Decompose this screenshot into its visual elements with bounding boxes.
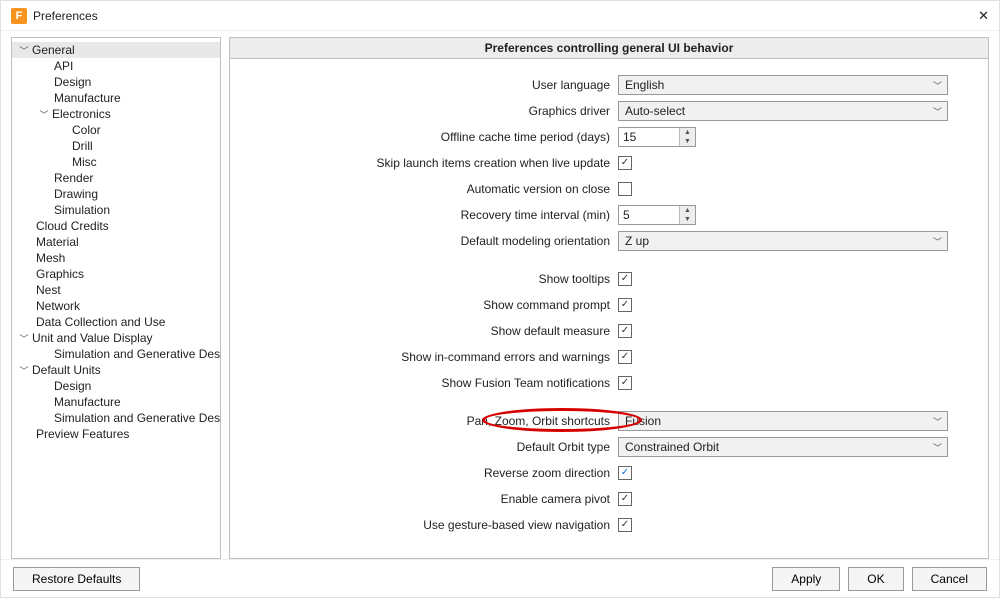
tree-cloud-credits[interactable]: Cloud Credits [12,218,220,234]
chevron-down-icon[interactable]: ﹀ [38,108,50,121]
ok-button[interactable]: OK [848,567,903,591]
cancel-button[interactable]: Cancel [912,567,987,591]
chevron-down-icon[interactable]: ﹀ [18,364,30,377]
enable-pivot-checkbox[interactable] [618,492,632,506]
tree-drill[interactable]: Drill [12,138,220,154]
pan-zoom-label: Pan, Zoom, Orbit shortcuts [238,414,618,428]
default-orient-label: Default modeling orientation [238,234,618,248]
skip-launch-checkbox[interactable] [618,156,632,170]
auto-version-label: Automatic version on close [238,182,618,196]
restore-defaults-button[interactable]: Restore Defaults [13,567,140,591]
gesture-nav-checkbox[interactable] [618,518,632,532]
tree-nest[interactable]: Nest [12,282,220,298]
tree-drawing[interactable]: Drawing [12,186,220,202]
default-orbit-label: Default Orbit type [238,440,618,454]
enable-pivot-label: Enable camera pivot [238,492,618,506]
tree-default-units[interactable]: ﹀Default Units [12,362,220,378]
recovery-interval-spinner[interactable]: 5▲▼ [618,205,696,225]
chevron-down-icon: ﹀ [933,415,942,428]
window-title: Preferences [33,9,949,23]
offline-cache-spinner[interactable]: 15▲▼ [618,127,696,147]
tree-material[interactable]: Material [12,234,220,250]
panel-header: Preferences controlling general UI behav… [229,37,989,59]
tree-general[interactable]: ﹀General [12,42,220,58]
button-bar: Restore Defaults Apply OK Cancel [1,559,999,597]
chevron-down-icon: ﹀ [933,441,942,454]
chevron-down-icon: ﹀ [933,79,942,92]
chevron-down-icon[interactable]: ﹀ [18,44,30,57]
titlebar: F Preferences ✕ [1,1,999,31]
reverse-zoom-checkbox[interactable] [618,466,632,480]
panel-body: User language English﹀ Graphics driver A… [229,59,989,559]
apply-button[interactable]: Apply [772,567,840,591]
tree-network[interactable]: Network [12,298,220,314]
show-fusion-team-label: Show Fusion Team notifications [238,376,618,390]
show-tooltips-label: Show tooltips [238,272,618,286]
show-in-cmd-err-checkbox[interactable] [618,350,632,364]
tree-mesh[interactable]: Mesh [12,250,220,266]
tree-electronics[interactable]: ﹀Electronics [12,106,220,122]
gesture-nav-label: Use gesture-based view navigation [238,518,618,532]
show-cmd-prompt-checkbox[interactable] [618,298,632,312]
app-icon: F [11,8,27,24]
show-def-measure-checkbox[interactable] [618,324,632,338]
tree-design[interactable]: Design [12,74,220,90]
show-fusion-team-checkbox[interactable] [618,376,632,390]
tree-color[interactable]: Color [12,122,220,138]
tree-preview-features[interactable]: Preview Features [12,426,220,442]
tree-render[interactable]: Render [12,170,220,186]
nav-tree[interactable]: ﹀General API Design Manufacture ﹀Electro… [11,37,221,559]
tree-sim-gen-2[interactable]: Simulation and Generative Design [12,410,220,426]
recovery-interval-label: Recovery time interval (min) [238,208,618,222]
spinner-buttons[interactable]: ▲▼ [679,206,695,224]
graphics-driver-label: Graphics driver [238,104,618,118]
default-orient-select[interactable]: Z up﹀ [618,231,948,251]
offline-cache-label: Offline cache time period (days) [238,130,618,144]
user-language-label: User language [238,78,618,92]
tree-simulation[interactable]: Simulation [12,202,220,218]
tree-misc[interactable]: Misc [12,154,220,170]
show-cmd-prompt-label: Show command prompt [238,298,618,312]
tree-data-collection[interactable]: Data Collection and Use [12,314,220,330]
chevron-down-icon: ﹀ [933,105,942,118]
close-icon[interactable]: ✕ [949,8,989,24]
auto-version-checkbox[interactable] [618,182,632,196]
show-tooltips-checkbox[interactable] [618,272,632,286]
tree-sim-gen-1[interactable]: Simulation and Generative Design [12,346,220,362]
default-orbit-select[interactable]: Constrained Orbit﹀ [618,437,948,457]
tree-design-2[interactable]: Design [12,378,220,394]
tree-manufacture-2[interactable]: Manufacture [12,394,220,410]
show-def-measure-label: Show default measure [238,324,618,338]
graphics-driver-select[interactable]: Auto-select﹀ [618,101,948,121]
pan-zoom-select[interactable]: Fusion﹀ [618,411,948,431]
chevron-down-icon[interactable]: ﹀ [18,332,30,345]
skip-launch-label: Skip launch items creation when live upd… [238,156,618,170]
user-language-select[interactable]: English﹀ [618,75,948,95]
tree-manufacture[interactable]: Manufacture [12,90,220,106]
tree-unit-value[interactable]: ﹀Unit and Value Display [12,330,220,346]
show-in-cmd-err-label: Show in-command errors and warnings [238,350,618,364]
chevron-down-icon: ﹀ [933,235,942,248]
reverse-zoom-label: Reverse zoom direction [238,466,618,480]
preferences-window: F Preferences ✕ ﹀General API Design Manu… [0,0,1000,598]
tree-api[interactable]: API [12,58,220,74]
spinner-buttons[interactable]: ▲▼ [679,128,695,146]
tree-graphics[interactable]: Graphics [12,266,220,282]
